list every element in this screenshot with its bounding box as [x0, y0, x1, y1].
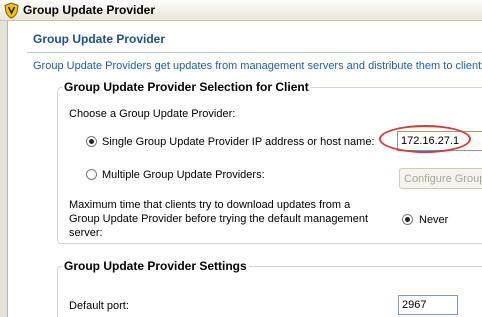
default-port-input[interactable] — [398, 295, 458, 315]
page-title: Group Update Provider — [33, 32, 166, 46]
multiple-providers-radio[interactable] — [86, 169, 97, 180]
default-port-label: Default port: — [69, 300, 129, 312]
window-frame — [0, 21, 8, 317]
title-bar[interactable]: Group Update Provider — [0, 0, 482, 21]
single-provider-radio[interactable] — [86, 136, 97, 147]
selection-group-title: Group Update Provider Selection for Clie… — [62, 80, 311, 94]
window-title: Group Update Provider — [23, 3, 156, 17]
max-time-label-line1: Maximum time that clients try to downloa… — [69, 199, 351, 211]
highlight-annotation — [379, 125, 471, 153]
max-time-label-line3: server: — [69, 227, 103, 239]
shield-icon — [4, 2, 19, 19]
never-radio[interactable] — [402, 214, 413, 225]
max-time-label-line2: Group Update Provider before trying the … — [69, 213, 369, 225]
single-provider-label[interactable]: Single Group Update Provider IP address … — [102, 135, 375, 149]
page-description: Group Update Providers get updates from … — [33, 60, 482, 72]
never-label[interactable]: Never — [419, 213, 448, 227]
configure-providers-button[interactable]: Configure Group Update Providers — [399, 168, 482, 189]
settings-group-title: Group Update Provider Settings — [62, 259, 249, 273]
choose-provider-label: Choose a Group Update Provider: — [69, 108, 236, 120]
title-divider — [27, 52, 482, 53]
multiple-providers-label[interactable]: Multiple Group Update Providers: — [102, 168, 265, 182]
